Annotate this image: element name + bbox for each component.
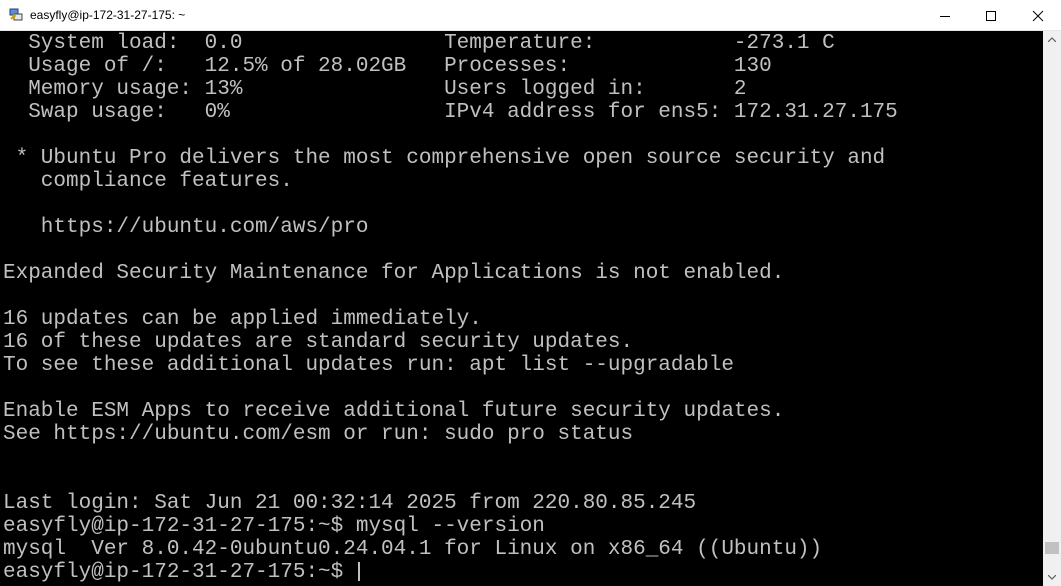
minimize-button[interactable] [922, 0, 968, 31]
vertical-scrollbar[interactable] [1043, 31, 1061, 586]
chevron-down-icon [1048, 575, 1056, 580]
title-bar[interactable]: easyfly@ip-172-31-27-175: ~ [0, 0, 1061, 31]
terminal-line: Last login: Sat Jun 21 00:32:14 2025 fro… [3, 492, 697, 515]
terminal-line: Expanded Security Maintenance for Applic… [3, 262, 785, 285]
terminal-line: 16 of these updates are standard securit… [3, 331, 634, 354]
terminal-line: mysql Ver 8.0.42-0ubuntu0.24.04.1 for Li… [3, 538, 823, 561]
terminal-line: easyfly@ip-172-31-27-175:~$ mysql --vers… [3, 515, 545, 538]
terminal-line: Enable ESM Apps to receive additional fu… [3, 400, 785, 423]
scroll-down-button[interactable] [1043, 569, 1061, 586]
close-icon [1032, 10, 1044, 21]
scrollbar-thumb[interactable] [1045, 541, 1059, 554]
chevron-up-icon [1048, 37, 1056, 42]
terminal-line: Swap usage: 0% IPv4 address for ens5: 17… [3, 101, 898, 124]
minimize-icon [940, 15, 950, 17]
putty-icon[interactable] [8, 7, 24, 23]
terminal-line: https://ubuntu.com/aws/pro [3, 216, 369, 239]
terminal-output[interactable]: System load: 0.0 Temperature: -273.1 C U… [0, 31, 1043, 586]
terminal-line: Usage of /: 12.5% of 28.02GB Processes: … [3, 55, 772, 78]
terminal-lines: System load: 0.0 Temperature: -273.1 C U… [3, 32, 898, 584]
terminal-line: To see these additional updates run: apt… [3, 354, 734, 377]
close-button[interactable] [1015, 0, 1061, 31]
text-cursor [357, 561, 360, 581]
maximize-icon [986, 10, 996, 21]
maximize-button[interactable] [968, 0, 1014, 31]
terminal-line: * Ubuntu Pro delivers the most comprehen… [3, 147, 886, 170]
terminal-line: See https://ubuntu.com/esm or run: sudo … [3, 423, 634, 446]
terminal-line: System load: 0.0 Temperature: -273.1 C [3, 32, 835, 55]
terminal-line: compliance features. [3, 170, 293, 193]
scroll-up-button[interactable] [1043, 31, 1061, 48]
terminal-line: 16 updates can be applied immediately. [3, 308, 482, 331]
terminal-line: Memory usage: 13% Users logged in: 2 [3, 78, 747, 101]
terminal-line: easyfly@ip-172-31-27-175:~$ [3, 561, 898, 584]
window-title: easyfly@ip-172-31-27-175: ~ [30, 8, 186, 22]
